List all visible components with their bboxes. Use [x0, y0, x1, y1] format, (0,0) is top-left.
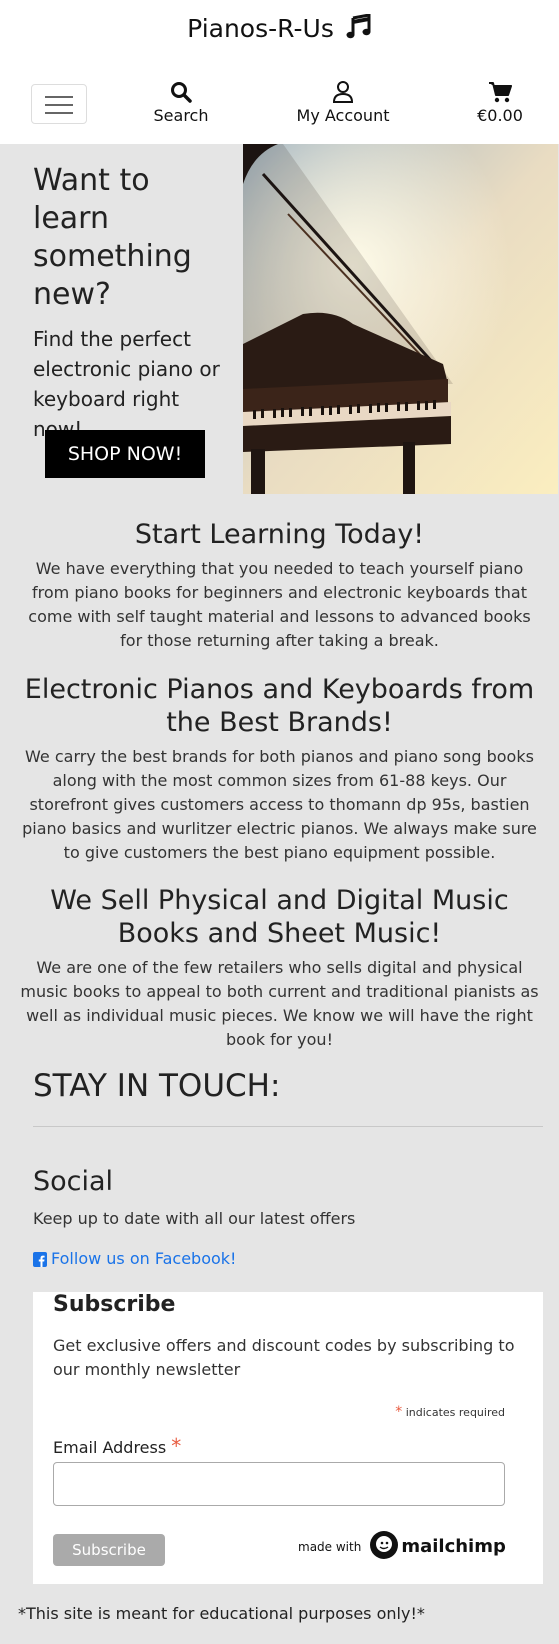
nav-account-label: My Account — [296, 106, 390, 125]
social-text: Keep up to date with all our latest offe… — [33, 1209, 356, 1228]
subscribe-button[interactable]: Subscribe — [53, 1534, 165, 1566]
required-asterisk: * — [171, 1434, 182, 1458]
hero-subtitle: Find the perfect electronic piano or key… — [33, 327, 220, 441]
mailchimp-logo-icon — [369, 1530, 399, 1563]
site-header: Pianos-R-Us Search My Account €0.00 — [0, 0, 559, 144]
cart-total: €0.00 — [477, 106, 523, 125]
hero-title: Want to learn something new? — [33, 163, 192, 312]
subscribe-form: Subscribe Get exclusive offers and disco… — [33, 1292, 543, 1584]
divider — [33, 1126, 543, 1127]
section-start-learning: Start Learning Today! We have everything… — [20, 518, 539, 653]
section-body: We carry the best brands for both pianos… — [22, 747, 537, 862]
subscribe-heading: Subscribe — [53, 1292, 176, 1317]
user-icon — [293, 78, 393, 106]
section-brands: Electronic Pianos and Keyboards from the… — [20, 673, 539, 865]
social-heading: Social — [33, 1166, 114, 1197]
nav-cart[interactable]: €0.00 — [470, 78, 530, 125]
required-asterisk: * — [395, 1404, 403, 1420]
facebook-link[interactable]: Follow us on Facebook! — [33, 1249, 236, 1268]
stay-in-touch-heading: STAY IN TOUCH: — [33, 1068, 281, 1104]
nav-search[interactable]: Search — [148, 78, 214, 125]
made-with-text: made with — [298, 1539, 362, 1554]
search-icon — [148, 78, 214, 106]
email-label: Email Address * — [53, 1434, 181, 1458]
section-body: We are one of the few retailers who sell… — [20, 958, 539, 1049]
email-label-text: Email Address — [53, 1438, 167, 1457]
hero-banner: Want to learn something new? Find the pe… — [0, 144, 559, 494]
section-heading: We Sell Physical and Digital Music Books… — [50, 885, 509, 949]
mailchimp-badge[interactable]: made with mailchimp — [298, 1530, 506, 1563]
required-note: * indicates required — [395, 1404, 505, 1420]
mailchimp-wordmark: mailchimp — [401, 1536, 506, 1557]
hamburger-icon — [45, 96, 73, 98]
music-note-icon — [346, 13, 372, 46]
footer-note: *This site is meant for educational purp… — [18, 1604, 425, 1623]
facebook-link-label[interactable]: Follow us on Facebook! — [51, 1249, 236, 1268]
section-music-books: We Sell Physical and Digital Music Books… — [20, 884, 539, 1052]
section-heading: Start Learning Today! — [134, 519, 425, 550]
hero-piano-image — [243, 144, 558, 494]
menu-toggle-button[interactable] — [31, 84, 87, 124]
brand[interactable]: Pianos-R-Us — [0, 13, 559, 46]
shopping-cart-icon — [470, 78, 530, 106]
shop-now-button[interactable]: SHOP NOW! — [45, 430, 205, 478]
nav-my-account[interactable]: My Account — [293, 78, 393, 125]
nav-search-label: Search — [153, 106, 209, 125]
required-note-text: indicates required — [405, 1406, 505, 1419]
email-field[interactable] — [53, 1462, 505, 1506]
brand-name[interactable]: Pianos-R-Us — [187, 14, 334, 43]
subscribe-text: Get exclusive offers and discount codes … — [53, 1336, 515, 1379]
section-heading: Electronic Pianos and Keyboards from the… — [24, 674, 535, 738]
facebook-icon — [33, 1251, 47, 1267]
section-body: We have everything that you needed to te… — [28, 559, 531, 650]
